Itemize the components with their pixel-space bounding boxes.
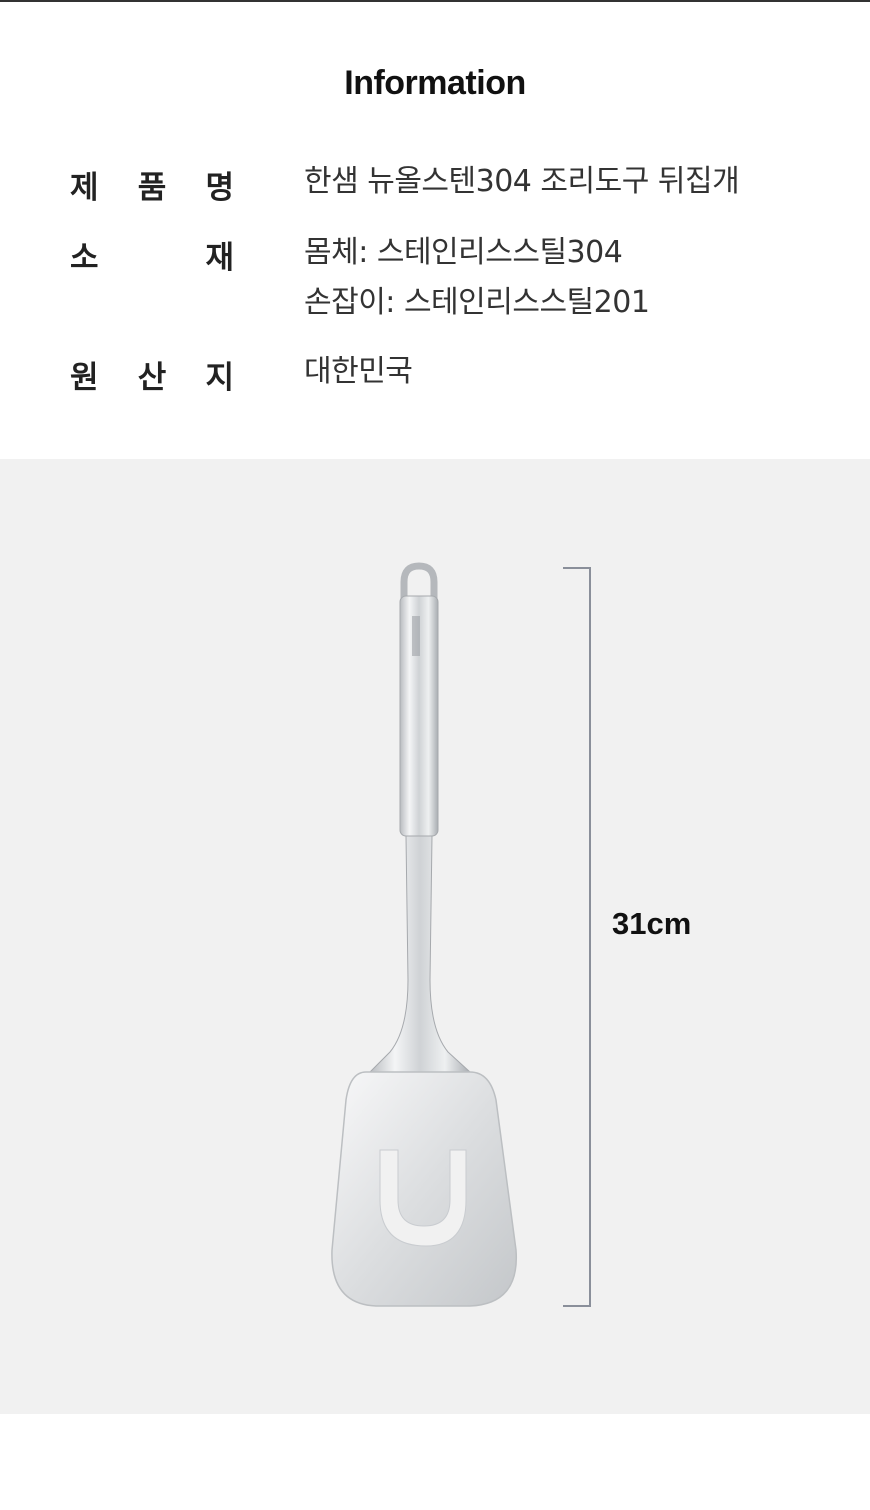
label-char: 품 (137, 170, 167, 206)
value-line: 몸체: 스테인리스스틸304 (304, 235, 623, 270)
row-label-material: 소 재 (70, 232, 234, 277)
label-char: 산 (137, 360, 167, 396)
dimension-bracket (563, 567, 591, 1307)
value-line: 대한민국 (304, 354, 413, 389)
label-char: 제 (70, 170, 99, 206)
label-char: 소 (70, 240, 99, 276)
row-label-product-name: 제 품 명 (70, 162, 234, 207)
row-value-origin: 대한민국 (304, 347, 844, 397)
label-char: 명 (205, 170, 234, 206)
label-char: 재 (205, 240, 234, 276)
row-value-product-name: 한샘 뉴올스텐304 조리도구 뒤집개 (304, 157, 844, 207)
row-label-origin: 원 산 지 (70, 352, 234, 397)
dimension-label: 31cm (612, 906, 692, 941)
section-title: Information (344, 64, 526, 102)
label-char: 원 (70, 360, 99, 396)
value-line: 한샘 뉴올스텐304 조리도구 뒤집개 (304, 164, 740, 199)
row-value-material: 몸체: 스테인리스스틸304 손잡이: 스테인리스스틸201 (304, 228, 844, 328)
top-divider (0, 0, 870, 2)
spatula-image (331, 562, 518, 1307)
value-line: 손잡이: 스테인리스스틸201 (304, 285, 650, 320)
label-char: 지 (205, 360, 234, 396)
